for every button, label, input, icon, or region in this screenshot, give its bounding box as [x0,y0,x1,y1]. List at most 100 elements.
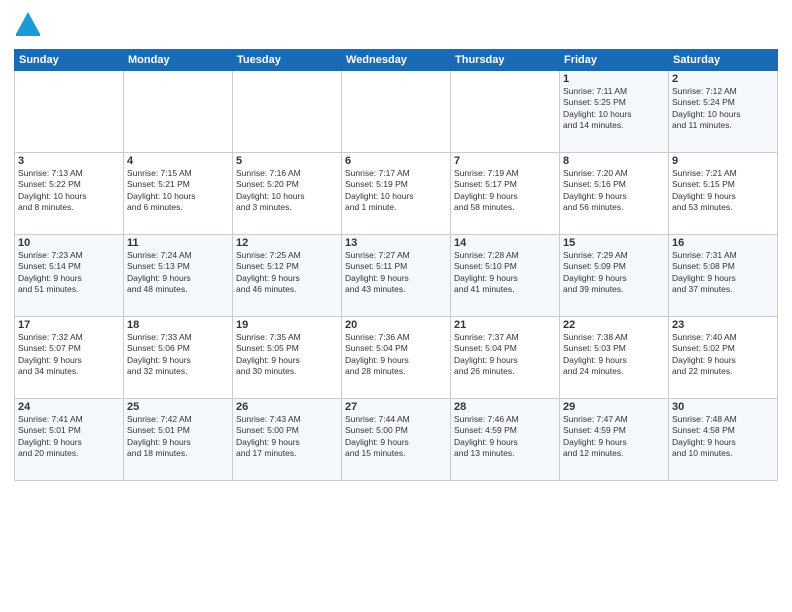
day-info: Sunrise: 7:23 AMSunset: 5:14 PMDaylight:… [18,250,120,296]
weekday-header-row: SundayMondayTuesdayWednesdayThursdayFrid… [15,50,778,71]
day-number: 30 [672,401,774,413]
calendar-cell: 6Sunrise: 7:17 AMSunset: 5:19 PMDaylight… [342,153,451,235]
calendar-cell: 17Sunrise: 7:32 AMSunset: 5:07 PMDayligh… [15,317,124,399]
day-info: Sunrise: 7:37 AMSunset: 5:04 PMDaylight:… [454,332,556,378]
day-info: Sunrise: 7:36 AMSunset: 5:04 PMDaylight:… [345,332,447,378]
logo [14,10,46,43]
day-number: 6 [345,155,447,167]
day-info: Sunrise: 7:21 AMSunset: 5:15 PMDaylight:… [672,168,774,214]
calendar-cell: 7Sunrise: 7:19 AMSunset: 5:17 PMDaylight… [451,153,560,235]
calendar-cell: 8Sunrise: 7:20 AMSunset: 5:16 PMDaylight… [560,153,669,235]
weekday-header-sunday: Sunday [15,50,124,71]
calendar-week-3: 10Sunrise: 7:23 AMSunset: 5:14 PMDayligh… [15,235,778,317]
day-info: Sunrise: 7:41 AMSunset: 5:01 PMDaylight:… [18,414,120,460]
calendar-cell: 13Sunrise: 7:27 AMSunset: 5:11 PMDayligh… [342,235,451,317]
day-number: 10 [18,237,120,249]
calendar-cell: 28Sunrise: 7:46 AMSunset: 4:59 PMDayligh… [451,399,560,481]
day-info: Sunrise: 7:15 AMSunset: 5:21 PMDaylight:… [127,168,229,214]
day-number: 22 [563,319,665,331]
day-number: 19 [236,319,338,331]
calendar-cell: 4Sunrise: 7:15 AMSunset: 5:21 PMDaylight… [124,153,233,235]
day-number: 12 [236,237,338,249]
calendar-week-4: 17Sunrise: 7:32 AMSunset: 5:07 PMDayligh… [15,317,778,399]
day-info: Sunrise: 7:40 AMSunset: 5:02 PMDaylight:… [672,332,774,378]
day-info: Sunrise: 7:12 AMSunset: 5:24 PMDaylight:… [672,86,774,132]
day-info: Sunrise: 7:25 AMSunset: 5:12 PMDaylight:… [236,250,338,296]
day-info: Sunrise: 7:20 AMSunset: 5:16 PMDaylight:… [563,168,665,214]
calendar-cell: 23Sunrise: 7:40 AMSunset: 5:02 PMDayligh… [669,317,778,399]
calendar-cell [15,71,124,153]
calendar-cell [233,71,342,153]
day-info: Sunrise: 7:32 AMSunset: 5:07 PMDaylight:… [18,332,120,378]
calendar-cell: 30Sunrise: 7:48 AMSunset: 4:58 PMDayligh… [669,399,778,481]
calendar-table: SundayMondayTuesdayWednesdayThursdayFrid… [14,49,778,481]
day-number: 8 [563,155,665,167]
calendar-cell: 29Sunrise: 7:47 AMSunset: 4:59 PMDayligh… [560,399,669,481]
day-info: Sunrise: 7:46 AMSunset: 4:59 PMDaylight:… [454,414,556,460]
calendar-cell: 15Sunrise: 7:29 AMSunset: 5:09 PMDayligh… [560,235,669,317]
day-info: Sunrise: 7:17 AMSunset: 5:19 PMDaylight:… [345,168,447,214]
day-info: Sunrise: 7:33 AMSunset: 5:06 PMDaylight:… [127,332,229,378]
day-info: Sunrise: 7:47 AMSunset: 4:59 PMDaylight:… [563,414,665,460]
day-number: 21 [454,319,556,331]
calendar-cell: 1Sunrise: 7:11 AMSunset: 5:25 PMDaylight… [560,71,669,153]
day-number: 17 [18,319,120,331]
calendar-cell: 25Sunrise: 7:42 AMSunset: 5:01 PMDayligh… [124,399,233,481]
calendar-week-2: 3Sunrise: 7:13 AMSunset: 5:22 PMDaylight… [15,153,778,235]
day-number: 24 [18,401,120,413]
day-number: 14 [454,237,556,249]
calendar-cell [342,71,451,153]
calendar-cell: 3Sunrise: 7:13 AMSunset: 5:22 PMDaylight… [15,153,124,235]
calendar-cell: 10Sunrise: 7:23 AMSunset: 5:14 PMDayligh… [15,235,124,317]
weekday-header-wednesday: Wednesday [342,50,451,71]
day-number: 9 [672,155,774,167]
logo-icon [14,10,42,43]
day-info: Sunrise: 7:13 AMSunset: 5:22 PMDaylight:… [18,168,120,214]
day-number: 23 [672,319,774,331]
day-number: 27 [345,401,447,413]
day-info: Sunrise: 7:27 AMSunset: 5:11 PMDaylight:… [345,250,447,296]
calendar-cell: 11Sunrise: 7:24 AMSunset: 5:13 PMDayligh… [124,235,233,317]
calendar-cell: 26Sunrise: 7:43 AMSunset: 5:00 PMDayligh… [233,399,342,481]
day-info: Sunrise: 7:43 AMSunset: 5:00 PMDaylight:… [236,414,338,460]
day-info: Sunrise: 7:16 AMSunset: 5:20 PMDaylight:… [236,168,338,214]
calendar-cell: 19Sunrise: 7:35 AMSunset: 5:05 PMDayligh… [233,317,342,399]
weekday-header-saturday: Saturday [669,50,778,71]
header [14,10,778,43]
calendar-cell [451,71,560,153]
calendar-week-5: 24Sunrise: 7:41 AMSunset: 5:01 PMDayligh… [15,399,778,481]
day-number: 18 [127,319,229,331]
day-info: Sunrise: 7:24 AMSunset: 5:13 PMDaylight:… [127,250,229,296]
calendar-cell: 20Sunrise: 7:36 AMSunset: 5:04 PMDayligh… [342,317,451,399]
day-number: 4 [127,155,229,167]
calendar-cell: 18Sunrise: 7:33 AMSunset: 5:06 PMDayligh… [124,317,233,399]
day-number: 5 [236,155,338,167]
day-info: Sunrise: 7:31 AMSunset: 5:08 PMDaylight:… [672,250,774,296]
day-number: 1 [563,73,665,85]
day-info: Sunrise: 7:28 AMSunset: 5:10 PMDaylight:… [454,250,556,296]
day-number: 26 [236,401,338,413]
calendar-cell: 2Sunrise: 7:12 AMSunset: 5:24 PMDaylight… [669,71,778,153]
calendar-cell: 12Sunrise: 7:25 AMSunset: 5:12 PMDayligh… [233,235,342,317]
day-info: Sunrise: 7:35 AMSunset: 5:05 PMDaylight:… [236,332,338,378]
calendar-cell: 16Sunrise: 7:31 AMSunset: 5:08 PMDayligh… [669,235,778,317]
day-number: 28 [454,401,556,413]
calendar-cell: 21Sunrise: 7:37 AMSunset: 5:04 PMDayligh… [451,317,560,399]
day-number: 16 [672,237,774,249]
calendar-cell [124,71,233,153]
calendar-cell: 22Sunrise: 7:38 AMSunset: 5:03 PMDayligh… [560,317,669,399]
day-number: 3 [18,155,120,167]
calendar-week-1: 1Sunrise: 7:11 AMSunset: 5:25 PMDaylight… [15,71,778,153]
day-info: Sunrise: 7:42 AMSunset: 5:01 PMDaylight:… [127,414,229,460]
calendar-cell: 27Sunrise: 7:44 AMSunset: 5:00 PMDayligh… [342,399,451,481]
weekday-header-thursday: Thursday [451,50,560,71]
day-info: Sunrise: 7:48 AMSunset: 4:58 PMDaylight:… [672,414,774,460]
day-info: Sunrise: 7:44 AMSunset: 5:00 PMDaylight:… [345,414,447,460]
weekday-header-friday: Friday [560,50,669,71]
day-number: 15 [563,237,665,249]
calendar-cell: 5Sunrise: 7:16 AMSunset: 5:20 PMDaylight… [233,153,342,235]
calendar-cell: 9Sunrise: 7:21 AMSunset: 5:15 PMDaylight… [669,153,778,235]
day-info: Sunrise: 7:19 AMSunset: 5:17 PMDaylight:… [454,168,556,214]
weekday-header-tuesday: Tuesday [233,50,342,71]
calendar-cell: 24Sunrise: 7:41 AMSunset: 5:01 PMDayligh… [15,399,124,481]
